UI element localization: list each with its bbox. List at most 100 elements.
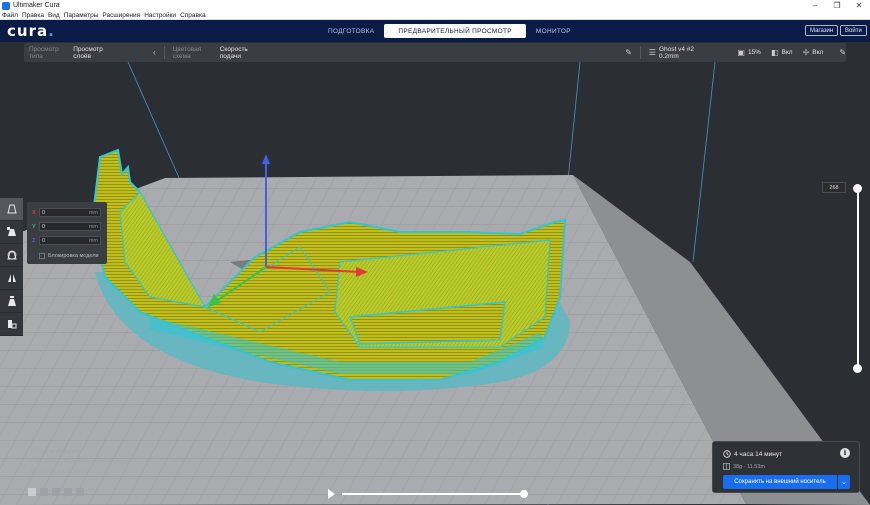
cura-logo: cura. bbox=[7, 22, 87, 40]
tab-preview[interactable]: ПРЕДВАРИТЕЛЬНЫЙ ПРОСМОТР bbox=[384, 24, 526, 38]
x-unit: mm bbox=[88, 209, 98, 216]
rotate-tool[interactable] bbox=[0, 244, 23, 267]
scale-icon bbox=[6, 227, 16, 236]
top-view-icon[interactable] bbox=[52, 488, 60, 496]
front-view-icon[interactable] bbox=[40, 488, 48, 496]
infill-value[interactable]: 15% bbox=[748, 49, 761, 56]
print-profile-dropdown[interactable]: Ghost v4 #2 0.2mm bbox=[659, 46, 709, 60]
view-toolbar: Просмотр типа Просмотр слоёв ‹ Цветовая … bbox=[24, 43, 846, 62]
save-to-removable-button[interactable]: Сохранить на внешний носитель bbox=[723, 475, 837, 489]
support-icon: ◧ bbox=[770, 48, 779, 57]
mirror-tool[interactable] bbox=[0, 267, 23, 290]
per-model-settings-tool[interactable] bbox=[0, 290, 23, 313]
play-icon[interactable] bbox=[328, 489, 335, 499]
per-model-settings-icon bbox=[7, 296, 16, 306]
logo-dot: . bbox=[48, 22, 55, 40]
menu-help[interactable]: Справка bbox=[180, 12, 206, 19]
x-position-input[interactable]: 0 mm bbox=[39, 208, 101, 217]
close-button[interactable]: ✕ bbox=[848, 1, 870, 10]
layer-slider-bottom-handle[interactable] bbox=[853, 364, 862, 373]
left-view-icon[interactable] bbox=[64, 488, 72, 496]
build-volume-scene bbox=[0, 62, 870, 505]
view-type-dropdown[interactable]: Просмотр слоёв bbox=[73, 46, 117, 60]
object-dimensions: 186.7 x 83.1 x 51.9 mm bbox=[30, 469, 88, 475]
layer-slider-top-handle[interactable] bbox=[853, 184, 862, 193]
marketplace-button[interactable]: Магазин bbox=[805, 25, 839, 36]
menu-extensions[interactable]: Расширения bbox=[102, 12, 140, 19]
mirror-icon bbox=[7, 274, 16, 282]
object-list-toggle[interactable]: ⌃ Список объектов bbox=[30, 449, 131, 455]
layer-number-input[interactable]: 268 bbox=[822, 182, 846, 193]
object-list-label: Список объектов bbox=[36, 449, 80, 455]
logo-text: cura bbox=[7, 22, 49, 40]
clock-icon bbox=[723, 450, 731, 458]
object-info: ⌃ Список объектов ▭ CFFFP_1250 разъём ве… bbox=[30, 449, 131, 479]
y-unit: mm bbox=[88, 223, 98, 230]
material-row: 38g · 11.53m bbox=[723, 463, 765, 470]
3d-view-icon[interactable] bbox=[28, 488, 36, 496]
view-orientation-buttons bbox=[28, 488, 84, 496]
menu-settings[interactable]: Параметры bbox=[64, 12, 99, 19]
cura-app-icon bbox=[2, 1, 10, 10]
material-usage: 38g · 11.53m bbox=[733, 463, 766, 470]
pencil-icon[interactable]: ✎ bbox=[625, 48, 632, 57]
object-name: CFFFP_1250 разъём верхний корпус bbox=[36, 459, 131, 465]
color-scheme-label: Цветовая схема bbox=[172, 45, 202, 60]
adhesion-value[interactable]: Вкл bbox=[812, 49, 823, 56]
save-options-chevron-down-icon[interactable]: ⌄ bbox=[838, 475, 850, 489]
print-output-panel: 4 часа 14 минут 38g · 11.53m i Сохранить… bbox=[712, 441, 860, 493]
view-type-label: Просмотр типа bbox=[29, 45, 59, 60]
menu-bar: Файл Правка Вид Параметры Расширения Нас… bbox=[0, 11, 870, 20]
menu-preferences[interactable]: Настройки bbox=[144, 12, 176, 19]
print-profile-icon: ☰ bbox=[648, 48, 656, 57]
x-position-value: 0 bbox=[42, 209, 46, 216]
playback-handle[interactable] bbox=[520, 490, 528, 498]
playback-track[interactable] bbox=[342, 493, 524, 495]
z-position-input[interactable]: 0 mm bbox=[39, 236, 101, 245]
support-value[interactable]: Вкл bbox=[782, 49, 793, 56]
z-position-row: Z 0 mm bbox=[32, 236, 101, 245]
color-scheme-dropdown[interactable]: Скорость подачи bbox=[220, 46, 265, 60]
right-view-icon[interactable] bbox=[76, 488, 84, 496]
info-icon[interactable]: i bbox=[840, 448, 850, 458]
window-title: Ultimaker Cura bbox=[13, 2, 60, 9]
y-position-value: 0 bbox=[42, 223, 46, 230]
move-icon bbox=[6, 204, 17, 214]
move-tool[interactable] bbox=[0, 198, 23, 221]
chevron-left-icon[interactable]: ‹ bbox=[153, 48, 156, 57]
viewport-3d[interactable] bbox=[0, 62, 870, 505]
print-time-row: 4 часа 14 минут bbox=[723, 450, 782, 458]
rotate-icon bbox=[6, 250, 17, 260]
layer-slider-track[interactable] bbox=[857, 188, 859, 368]
z-axis-label: Z bbox=[32, 237, 36, 244]
lock-model-label: Блокировка модели bbox=[48, 253, 99, 259]
menu-edit[interactable]: Правка bbox=[22, 12, 44, 19]
infill-icon: ▣ bbox=[737, 48, 745, 57]
signin-button[interactable]: Войти bbox=[840, 25, 867, 36]
restore-button[interactable]: ❐ bbox=[826, 1, 848, 10]
tab-monitor[interactable]: МОНИТОР bbox=[526, 24, 581, 38]
move-panel: X 0 mm Y 0 mm Z 0 mm Блокировка модели bbox=[27, 202, 107, 264]
menu-file[interactable]: Файл bbox=[2, 12, 18, 19]
spool-icon bbox=[723, 463, 730, 470]
window-titlebar: Ultimaker Cura – ❐ ✕ bbox=[0, 0, 870, 11]
object-name-row: ▭ CFFFP_1250 разъём верхний корпус bbox=[30, 459, 131, 465]
stage-tabs: ПОДГОТОВКА ПРЕДВАРИТЕЛЬНЫЙ ПРОСМОТР МОНИ… bbox=[318, 24, 581, 38]
support-blocker-tool[interactable] bbox=[0, 313, 23, 336]
tab-prepare[interactable]: ПОДГОТОВКА bbox=[318, 24, 384, 38]
z-unit: mm bbox=[88, 237, 98, 244]
pencil-icon[interactable]: ✎ bbox=[839, 48, 846, 57]
y-position-input[interactable]: 0 mm bbox=[39, 222, 101, 231]
y-position-row: Y 0 mm bbox=[32, 222, 101, 231]
menu-view[interactable]: Вид bbox=[48, 12, 60, 19]
print-time: 4 часа 14 минут bbox=[734, 450, 783, 458]
minimize-button[interactable]: – bbox=[804, 1, 826, 10]
simulation-playback bbox=[328, 488, 528, 500]
y-axis-label: Y bbox=[32, 223, 36, 230]
scale-tool[interactable] bbox=[0, 221, 23, 244]
layer-slider[interactable] bbox=[848, 180, 868, 380]
lock-model-checkbox[interactable] bbox=[39, 253, 45, 259]
x-position-row: X 0 mm bbox=[32, 208, 101, 217]
tool-bar bbox=[0, 198, 23, 336]
z-position-value: 0 bbox=[42, 237, 46, 244]
